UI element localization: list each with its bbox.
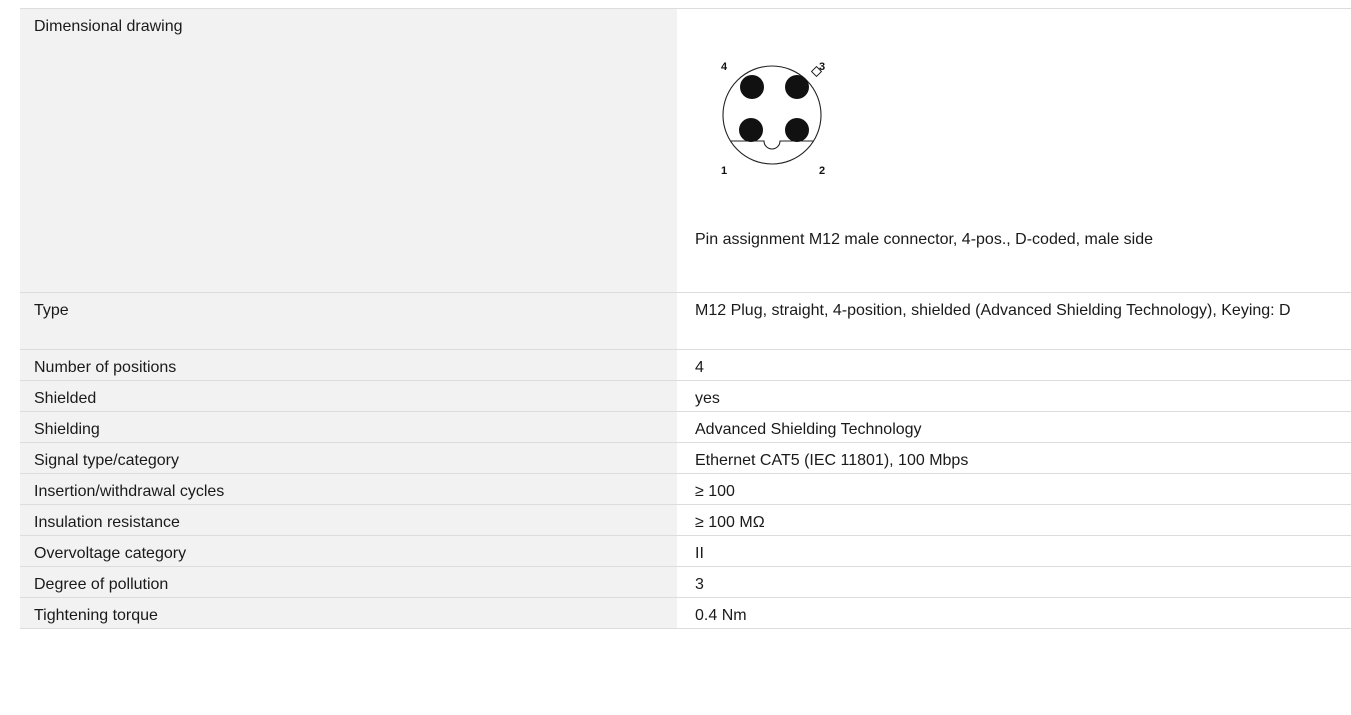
spec-label: Shielded xyxy=(20,380,677,412)
spec-label: Type xyxy=(20,292,677,350)
pin-3-contact xyxy=(785,75,809,99)
spec-value: ≥ 100 xyxy=(677,473,1351,505)
spec-value: Advanced Shielding Technology xyxy=(677,411,1351,443)
spec-value: II xyxy=(677,535,1351,567)
spec-label: Number of positions xyxy=(20,349,677,381)
spec-row-number-of-positions: Number of positions 4 xyxy=(20,349,1351,381)
spec-value: M12 Plug, straight, 4-position, shielded… xyxy=(677,292,1351,350)
spec-row-dimensional-drawing: Dimensional drawing 4 3 1 2 Pin assignme… xyxy=(20,8,1351,293)
pin-number-4: 4 xyxy=(721,61,728,73)
pin-assignment-drawing: 4 3 1 2 xyxy=(721,61,825,177)
coding-key xyxy=(731,140,813,150)
spec-value: yes xyxy=(677,380,1351,412)
pin-2-contact xyxy=(785,118,809,142)
spec-row-overvoltage-category: Overvoltage category II xyxy=(20,535,1351,567)
pin-number-1: 1 xyxy=(721,165,727,177)
spec-value: 3 xyxy=(677,566,1351,598)
spec-row-degree-of-pollution: Degree of pollution 3 xyxy=(20,566,1351,598)
spec-row-shielding: Shielding Advanced Shielding Technology xyxy=(20,411,1351,443)
spec-value: 4 xyxy=(677,349,1351,381)
spec-label: Insertion/withdrawal cycles xyxy=(20,473,677,505)
spec-value-drawing: 4 3 1 2 Pin assignment M12 male connecto… xyxy=(677,8,1351,293)
spec-row-shielded: Shielded yes xyxy=(20,380,1351,412)
pin-4-contact xyxy=(740,75,764,99)
specification-table: Dimensional drawing 4 3 1 2 Pin assignme… xyxy=(20,8,1351,629)
spec-value: 0.4 Nm xyxy=(677,597,1351,629)
spec-label: Tightening torque xyxy=(20,597,677,629)
spec-label: Insulation resistance xyxy=(20,504,677,536)
spec-row-tightening-torque: Tightening torque 0.4 Nm xyxy=(20,597,1351,629)
spec-row-insertion-cycles: Insertion/withdrawal cycles ≥ 100 xyxy=(20,473,1351,505)
spec-label: Shielding xyxy=(20,411,677,443)
spec-row-signal-type: Signal type/category Ethernet CAT5 (IEC … xyxy=(20,442,1351,474)
pin-number-2: 2 xyxy=(819,165,825,177)
pin-number-3: 3 xyxy=(819,61,825,73)
spec-value: Ethernet CAT5 (IEC 11801), 100 Mbps xyxy=(677,442,1351,474)
spec-value: ≥ 100 MΩ xyxy=(677,504,1351,536)
pin-1-contact xyxy=(739,118,763,142)
spec-label: Degree of pollution xyxy=(20,566,677,598)
spec-row-insulation-resistance: Insulation resistance ≥ 100 MΩ xyxy=(20,504,1351,536)
spec-row-type: Type M12 Plug, straight, 4-position, shi… xyxy=(20,292,1351,350)
drawing-container: 4 3 1 2 Pin assignment M12 male connecto… xyxy=(695,16,1337,292)
drawing-caption: Pin assignment M12 male connector, 4-pos… xyxy=(695,231,1154,248)
spec-label: Signal type/category xyxy=(20,442,677,474)
spec-label: Overvoltage category xyxy=(20,535,677,567)
spec-label: Dimensional drawing xyxy=(20,8,677,293)
